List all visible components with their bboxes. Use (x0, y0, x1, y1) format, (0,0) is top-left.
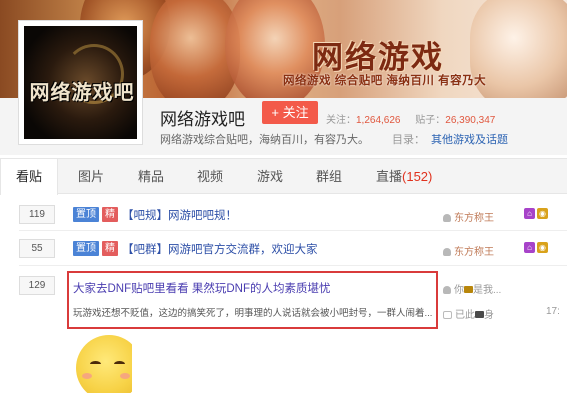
forum-avatar[interactable]: 网络游戏吧 (18, 20, 143, 145)
posts-label: 贴子： (415, 115, 446, 126)
forum-tabs: 看贴 图片 精品 视频 游戏 群组 直播(152) (0, 158, 567, 195)
thread-author[interactable]: 你是我... (443, 281, 501, 296)
emoji-blush (120, 373, 130, 379)
user-icon (443, 248, 451, 256)
author-name-prefix: 你 (454, 285, 464, 296)
member-badge-icon: ◉ (537, 242, 548, 253)
tab-games[interactable]: 游戏 (257, 159, 283, 194)
reply-icon (443, 311, 452, 319)
follow-button[interactable]: + 关注 (262, 101, 318, 124)
author-name: 东方称王 (454, 247, 494, 258)
thread-abstract: 玩游戏还想不贬值，这边的搞笑死了，明事理的人说话就会被小吧封号，一群人闹着... (73, 308, 433, 319)
forum-name[interactable]: 网络游戏吧 (160, 105, 245, 130)
featured-tag: 精 (102, 241, 118, 256)
user-icon (443, 214, 451, 222)
thread-title[interactable]: 大家去DNF贴吧里看看 果然玩DNF的人均素质堪忧 (73, 280, 330, 296)
user-icon (443, 286, 451, 294)
thread-author[interactable]: 东方称王 (443, 209, 494, 224)
thread-thumbnail[interactable] (74, 331, 132, 393)
catalog-link[interactable]: 其他游戏及话题 (431, 134, 508, 146)
author-badges: ⌂ ◉ (524, 242, 550, 256)
posts-count: 26,390,347 (445, 115, 496, 126)
smiley-face-icon (76, 335, 132, 393)
emoji-eye (90, 361, 101, 367)
followers-label: 关注： (326, 115, 356, 126)
last-reply-name-suffix: 身 (484, 310, 494, 321)
row-divider (19, 265, 567, 266)
tab-featured[interactable]: 精品 (138, 159, 164, 194)
author-name-suffix: 是我... (473, 285, 502, 296)
reply-count: 129 (19, 276, 55, 295)
avatar-icon (464, 286, 473, 293)
reply-count: 55 (19, 239, 55, 258)
tab-posts[interactable]: 看贴 (0, 159, 58, 195)
pinned-tag: 置顶 (73, 241, 99, 256)
thread-title[interactable]: 【吧规】网游吧吧规！ (122, 207, 237, 223)
reply-count: 119 (19, 205, 55, 224)
last-reply-name-prefix: 已此 (455, 310, 475, 321)
tab-live[interactable]: 直播(152) (376, 159, 432, 194)
avatar-image: 网络游戏吧 (24, 26, 137, 139)
last-reply-time: 17: (546, 306, 560, 317)
catalog-label: 目录： (392, 134, 425, 146)
level-badge-icon: ⌂ (524, 208, 535, 219)
emoji-blush (82, 373, 92, 379)
banner-title: 网络游戏 (312, 40, 444, 76)
featured-tag: 精 (102, 207, 118, 222)
last-reply[interactable]: 已此身 (443, 306, 494, 321)
forum-catalog: 目录： 其他游戏及话题 (392, 131, 508, 147)
thread-author[interactable]: 东方称王 (443, 243, 494, 258)
row-divider (19, 230, 567, 231)
avatar-icon (475, 311, 484, 318)
banner-slogan: 网络游戏 综合贴吧 海纳百川 有容乃大 (283, 75, 487, 87)
tab-videos[interactable]: 视频 (197, 159, 223, 194)
author-badges: ⌂ ◉ (524, 208, 550, 222)
tab-live-label: 直播 (376, 169, 403, 184)
author-name: 东方称王 (454, 213, 494, 224)
level-badge-icon: ⌂ (524, 242, 535, 253)
pinned-tag: 置顶 (73, 207, 99, 222)
forum-stats: 关注：1,264,626 贴子：26,390,347 (326, 111, 507, 126)
emoji-eye (114, 361, 125, 367)
followers-count: 1,264,626 (356, 115, 401, 126)
thread-title[interactable]: 【吧群】网游吧官方交流群，欢迎大家 (122, 241, 318, 257)
tab-images[interactable]: 图片 (78, 159, 104, 194)
tab-groups[interactable]: 群组 (316, 159, 342, 194)
forum-description: 网络游戏综合贴吧，海纳百川，有容乃大。 (160, 134, 369, 146)
member-badge-icon: ◉ (537, 208, 548, 219)
tab-live-count: (152) (402, 169, 433, 184)
avatar-logo-text: 网络游戏吧 (29, 80, 135, 104)
